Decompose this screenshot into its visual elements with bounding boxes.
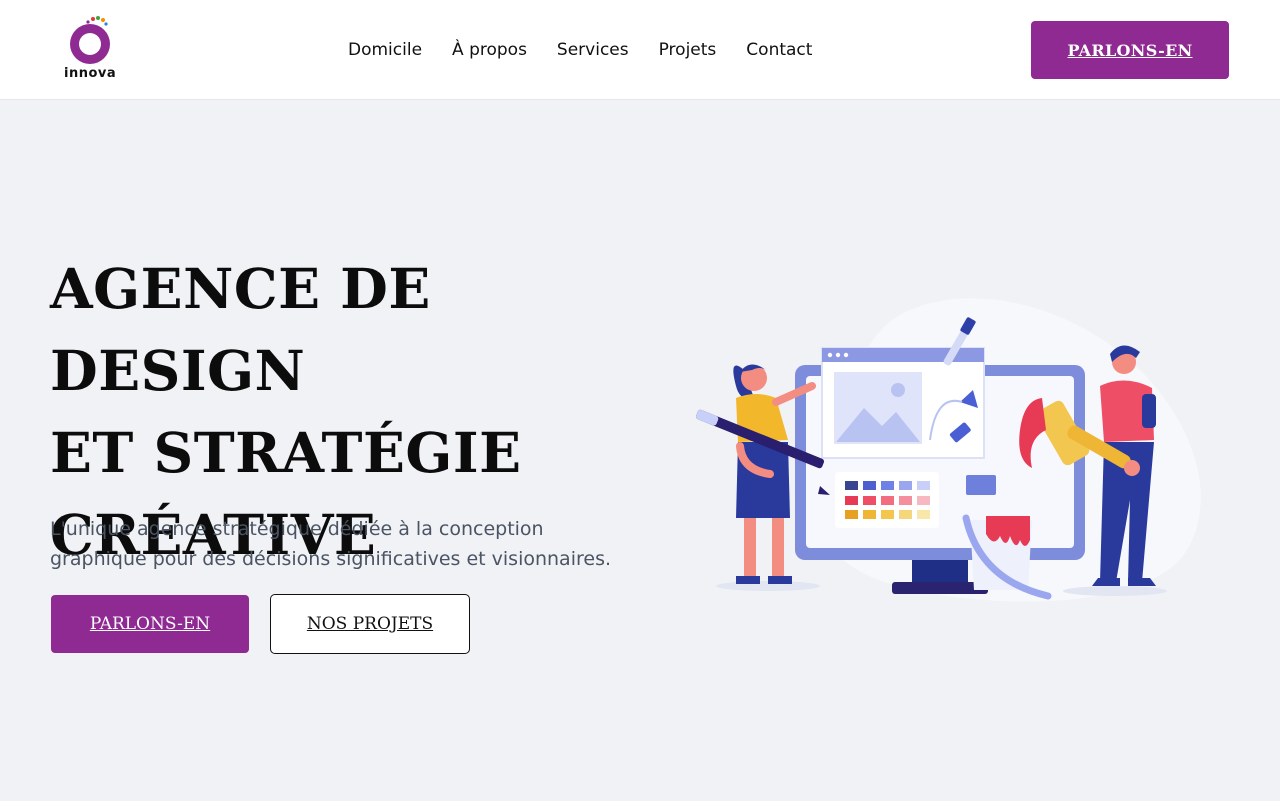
lightbulb-logo-icon xyxy=(70,16,110,64)
design-team-illustration-icon xyxy=(695,298,1201,602)
hero-title-line-1: AGENCE DE DESIGN xyxy=(50,256,431,403)
hero-title-line-2: ET STRATÉGIE xyxy=(50,420,522,485)
nav-item-a-propos[interactable]: À propos xyxy=(452,38,527,62)
nav-item-services[interactable]: Services xyxy=(557,38,629,62)
nav-item-domicile[interactable]: Domicile xyxy=(348,38,422,62)
nav-item-contact[interactable]: Contact xyxy=(746,38,812,62)
innova-logo[interactable]: innova xyxy=(60,14,120,82)
hero-subtitle: L'unique agence stratégique dédiée à la … xyxy=(50,518,612,570)
nav-item-projets[interactable]: Projets xyxy=(659,38,717,62)
header-cta-button[interactable]: PARLONS-EN xyxy=(1031,21,1229,79)
hero-primary-button[interactable]: PARLONS-EN xyxy=(51,595,249,653)
main-nav: Domicile À propos Services Projets Conta… xyxy=(348,38,812,62)
logo-text: innova xyxy=(64,66,117,81)
design-team-illustration xyxy=(680,290,1220,610)
hero-projects-button[interactable]: NOS PROJETS xyxy=(270,594,470,654)
site-header: innova Domicile À propos Services Projet… xyxy=(0,0,1280,100)
